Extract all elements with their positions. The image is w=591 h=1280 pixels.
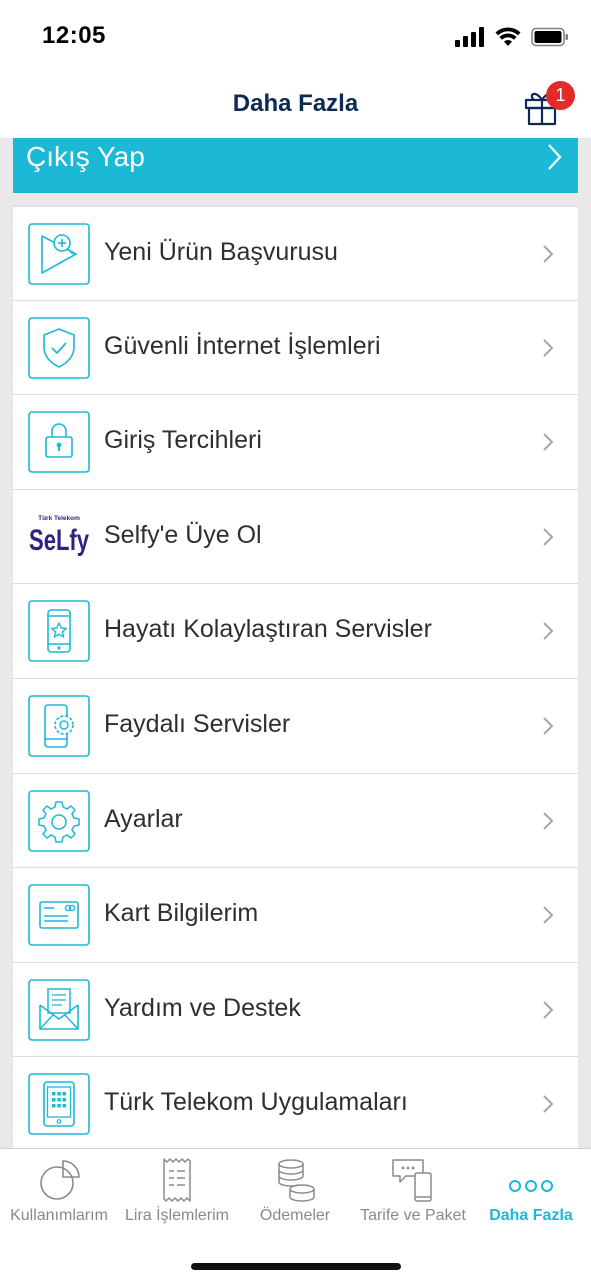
envelope-icon	[28, 978, 90, 1041]
tab-tariff-package[interactable]: Tarife ve Paket	[354, 1149, 472, 1229]
menu-item-label: Giriş Tercihleri	[104, 426, 262, 455]
chevron-right-icon	[543, 1095, 554, 1114]
credit-card-icon	[28, 884, 90, 946]
menu-item-secure-internet[interactable]: Güvenli İnternet İşlemleri	[13, 300, 578, 396]
chevron-right-icon	[543, 433, 554, 451]
menu-item-label: Güvenli İnternet İşlemleri	[104, 331, 381, 360]
gear-icon	[28, 789, 90, 852]
content-area: Çıkış Yap Yeni Ürün Başvurusu Güvenli İn…	[0, 138, 591, 1148]
menu-item-label: Selfy'e Üye Ol	[104, 520, 262, 549]
menu-item-label: Ayarlar	[104, 804, 183, 833]
status-bar: 12:05	[0, 0, 591, 70]
tab-bar: Kullanımlarım Lira İşlemlerim Ödemeler T…	[0, 1148, 591, 1280]
selfy-logo: Türk Telekom SeLfy	[29, 515, 89, 557]
phone-gear-icon	[28, 695, 90, 757]
tablet-apps-icon	[28, 1073, 90, 1136]
new-product-icon	[28, 223, 90, 285]
menu-item-label: Yardım ve Destek	[104, 993, 301, 1022]
menu-item-tt-apps[interactable]: Türk Telekom Uygulamaları	[13, 1057, 578, 1148]
menu-item-label: Türk Telekom Uygulamaları	[104, 1088, 408, 1117]
chevron-right-icon	[543, 811, 554, 830]
battery-icon	[531, 27, 568, 47]
more-dots-icon	[509, 1180, 553, 1192]
chevron-right-icon	[543, 528, 554, 546]
chevron-right-icon	[543, 338, 554, 357]
cellular-signal-icon	[455, 27, 484, 47]
svg-text:Türk Telekom: Türk Telekom	[38, 515, 80, 522]
tab-more[interactable]: Daha Fazla	[472, 1149, 590, 1229]
logout-label: Çıkış Yap	[26, 141, 145, 172]
svg-text:SeLfy: SeLfy	[29, 524, 89, 557]
chat-phone-icon	[392, 1159, 432, 1202]
chevron-right-icon	[543, 717, 554, 735]
pie-chart-icon	[40, 1160, 80, 1200]
menu-item-card-info[interactable]: Kart Bilgilerim	[13, 868, 578, 963]
home-indicator[interactable]	[191, 1263, 401, 1270]
menu-item-new-product[interactable]: Yeni Ürün Başvurusu	[13, 206, 578, 301]
menu-item-label: Yeni Ürün Başvurusu	[104, 238, 338, 266]
lock-icon	[28, 411, 90, 473]
menu-item-login-preferences[interactable]: Giriş Tercihleri	[13, 395, 578, 490]
menu-item-label: Faydalı Servisler	[104, 709, 291, 738]
status-time: 12:05	[42, 22, 106, 49]
gift-notification-badge[interactable]: 1	[546, 81, 575, 110]
wifi-icon	[495, 27, 521, 46]
menu-item-help-support[interactable]: Yardım ve Destek	[13, 962, 578, 1058]
menu-list: Yeni Ürün Başvurusu Güvenli İnternet İşl…	[13, 206, 578, 1148]
menu-item-settings[interactable]: Ayarlar	[13, 773, 578, 869]
chevron-right-icon	[543, 622, 554, 641]
shield-check-icon	[28, 316, 90, 379]
tab-label: Daha Fazla	[489, 1207, 573, 1224]
menu-item-selfy[interactable]: Türk Telekom SeLfy Selfy'e Üye Ol	[13, 489, 578, 585]
chevron-right-icon	[548, 144, 562, 170]
chevron-right-icon	[543, 1001, 554, 1019]
tab-lira[interactable]: Lira İşlemlerim	[118, 1149, 236, 1229]
chevron-right-icon	[543, 245, 554, 263]
phone-star-icon	[28, 600, 90, 663]
page-title: Daha Fazla	[232, 90, 359, 117]
tab-payments[interactable]: Ödemeler	[236, 1149, 354, 1229]
receipt-icon	[163, 1158, 191, 1202]
logout-button[interactable]: Çıkış Yap	[13, 138, 578, 193]
menu-item-useful-services[interactable]: Faydalı Servisler	[13, 678, 578, 774]
menu-item-life-services[interactable]: Hayatı Kolaylaştıran Servisler	[13, 584, 578, 679]
coins-icon	[278, 1159, 315, 1202]
menu-item-label: Hayatı Kolaylaştıran Servisler	[104, 615, 432, 644]
chevron-right-icon	[543, 906, 554, 924]
status-icons	[455, 24, 569, 50]
menu-item-label: Kart Bilgilerim	[104, 899, 259, 928]
tab-usage[interactable]: Kullanımlarım	[0, 1149, 118, 1229]
navigation-header: Daha Fazla	[0, 70, 591, 138]
